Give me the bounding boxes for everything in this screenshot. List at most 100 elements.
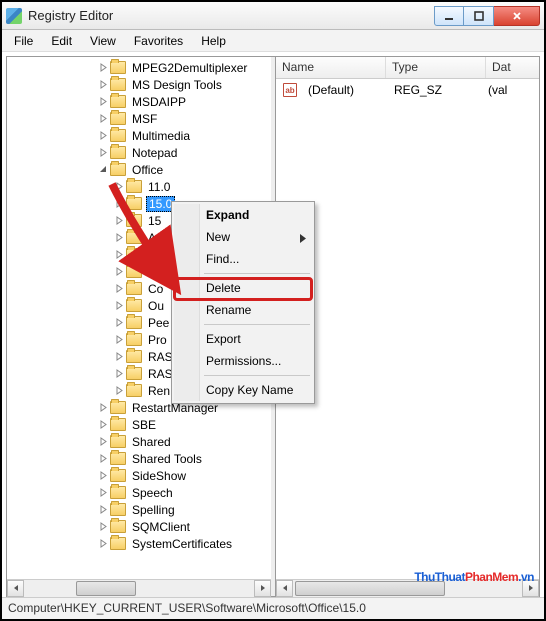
tree-label: Shared Tools: [130, 452, 204, 466]
submenu-arrow-icon: [300, 232, 306, 246]
tree-label: Ac: [146, 231, 164, 245]
tree-label: Shared: [130, 435, 173, 449]
menu-favorites[interactable]: Favorites: [126, 32, 191, 50]
tree-node[interactable]: Spelling: [7, 501, 271, 518]
menu-help[interactable]: Help: [193, 32, 234, 50]
expand-icon[interactable]: [97, 470, 109, 482]
scroll-left-button[interactable]: [276, 580, 293, 597]
tree-node[interactable]: MS Design Tools: [7, 76, 271, 93]
titlebar[interactable]: Registry Editor: [2, 2, 544, 30]
expand-icon[interactable]: [113, 215, 125, 227]
collapse-icon[interactable]: [97, 164, 109, 176]
tree-label: Co: [146, 282, 165, 296]
folder-icon: [126, 384, 142, 397]
menu-edit[interactable]: Edit: [43, 32, 80, 50]
folder-icon: [126, 180, 142, 193]
menu-file[interactable]: File: [6, 32, 41, 50]
folder-icon: [126, 231, 142, 244]
folder-icon: [126, 282, 142, 295]
expand-icon[interactable]: [97, 62, 109, 74]
expand-icon[interactable]: [113, 368, 125, 380]
col-data[interactable]: Dat: [486, 57, 539, 78]
tree-node[interactable]: SideShow: [7, 467, 271, 484]
tree-node[interactable]: Multimedia: [7, 127, 271, 144]
expand-icon[interactable]: [113, 300, 125, 312]
tree-node[interactable]: MSF: [7, 110, 271, 127]
tree-node[interactable]: MSDAIPP: [7, 93, 271, 110]
folder-icon: [110, 78, 126, 91]
expand-icon[interactable]: [97, 402, 109, 414]
folder-icon: [110, 469, 126, 482]
expand-icon[interactable]: [97, 504, 109, 516]
ctx-delete[interactable]: Delete: [174, 277, 312, 299]
scroll-left-button[interactable]: [7, 580, 24, 597]
expand-icon[interactable]: [97, 419, 109, 431]
expand-icon[interactable]: [113, 385, 125, 397]
expand-icon[interactable]: [97, 130, 109, 142]
list-row[interactable]: (Default) REG_SZ (val: [278, 81, 537, 99]
folder-icon: [110, 486, 126, 499]
tree-label: MSF: [130, 112, 159, 126]
tree-node[interactable]: Shared: [7, 433, 271, 450]
tree-label: Cli: [146, 248, 164, 262]
expand-icon[interactable]: [97, 453, 109, 465]
expand-icon[interactable]: [113, 181, 125, 193]
ctx-export[interactable]: Export: [174, 328, 312, 350]
expand-icon[interactable]: [97, 113, 109, 125]
expand-icon[interactable]: [97, 147, 109, 159]
scroll-thumb[interactable]: [76, 581, 136, 596]
menu-view[interactable]: View: [82, 32, 124, 50]
ctx-expand[interactable]: Expand: [174, 204, 312, 226]
ctx-rename[interactable]: Rename: [174, 299, 312, 321]
folder-icon: [126, 299, 142, 312]
close-button[interactable]: [494, 6, 540, 26]
tree-label: SQMClient: [130, 520, 192, 534]
ctx-copy-key-name[interactable]: Copy Key Name: [174, 379, 312, 401]
expand-icon[interactable]: [97, 487, 109, 499]
watermark: ThuThuatPhanMem.vn: [414, 564, 534, 587]
tree-node[interactable]: SystemCertificates: [7, 535, 271, 552]
ctx-permissions[interactable]: Permissions...: [174, 350, 312, 372]
expand-icon[interactable]: [97, 436, 109, 448]
ctx-find[interactable]: Find...: [174, 248, 312, 270]
expand-icon[interactable]: [97, 79, 109, 91]
minimize-button[interactable]: [434, 6, 464, 26]
tree-label: Multimedia: [130, 129, 192, 143]
expand-icon[interactable]: [113, 283, 125, 295]
cell-name: (Default): [302, 83, 388, 97]
tree-label: Pee: [146, 316, 171, 330]
scroll-right-button[interactable]: [254, 580, 271, 597]
ctx-new[interactable]: New: [174, 226, 312, 248]
folder-icon: [126, 214, 142, 227]
tree-node[interactable]: 11.0: [7, 178, 271, 195]
expand-icon[interactable]: [113, 317, 125, 329]
expand-icon[interactable]: [97, 96, 109, 108]
folder-icon: [126, 316, 142, 329]
folder-icon: [110, 537, 126, 550]
tree-node[interactable]: Notepad: [7, 144, 271, 161]
tree-node[interactable]: SQMClient: [7, 518, 271, 535]
list-header: Name Type Dat: [276, 57, 539, 79]
expand-icon[interactable]: [113, 249, 125, 261]
tree-node[interactable]: Office: [7, 161, 271, 178]
expand-icon[interactable]: [97, 538, 109, 550]
context-menu: Expand New Find... Delete Rename Export …: [171, 201, 315, 404]
tree-node[interactable]: Shared Tools: [7, 450, 271, 467]
maximize-button[interactable]: [464, 6, 494, 26]
expand-icon[interactable]: [113, 334, 125, 346]
expand-icon[interactable]: [113, 232, 125, 244]
left-horizontal-scrollbar[interactable]: [7, 579, 271, 596]
tree-node[interactable]: Speech: [7, 484, 271, 501]
tree-node[interactable]: SBE: [7, 416, 271, 433]
expand-icon[interactable]: [113, 198, 125, 210]
folder-icon: [110, 112, 126, 125]
expand-icon[interactable]: [113, 266, 125, 278]
folder-icon: [110, 163, 126, 176]
col-name[interactable]: Name: [276, 57, 386, 78]
expand-icon[interactable]: [113, 351, 125, 363]
expand-icon[interactable]: [97, 521, 109, 533]
col-type[interactable]: Type: [386, 57, 486, 78]
tree-node[interactable]: MPEG2Demultiplexer: [7, 59, 271, 76]
cell-data: (val: [482, 83, 513, 97]
tree-label: MS Design Tools: [130, 78, 224, 92]
